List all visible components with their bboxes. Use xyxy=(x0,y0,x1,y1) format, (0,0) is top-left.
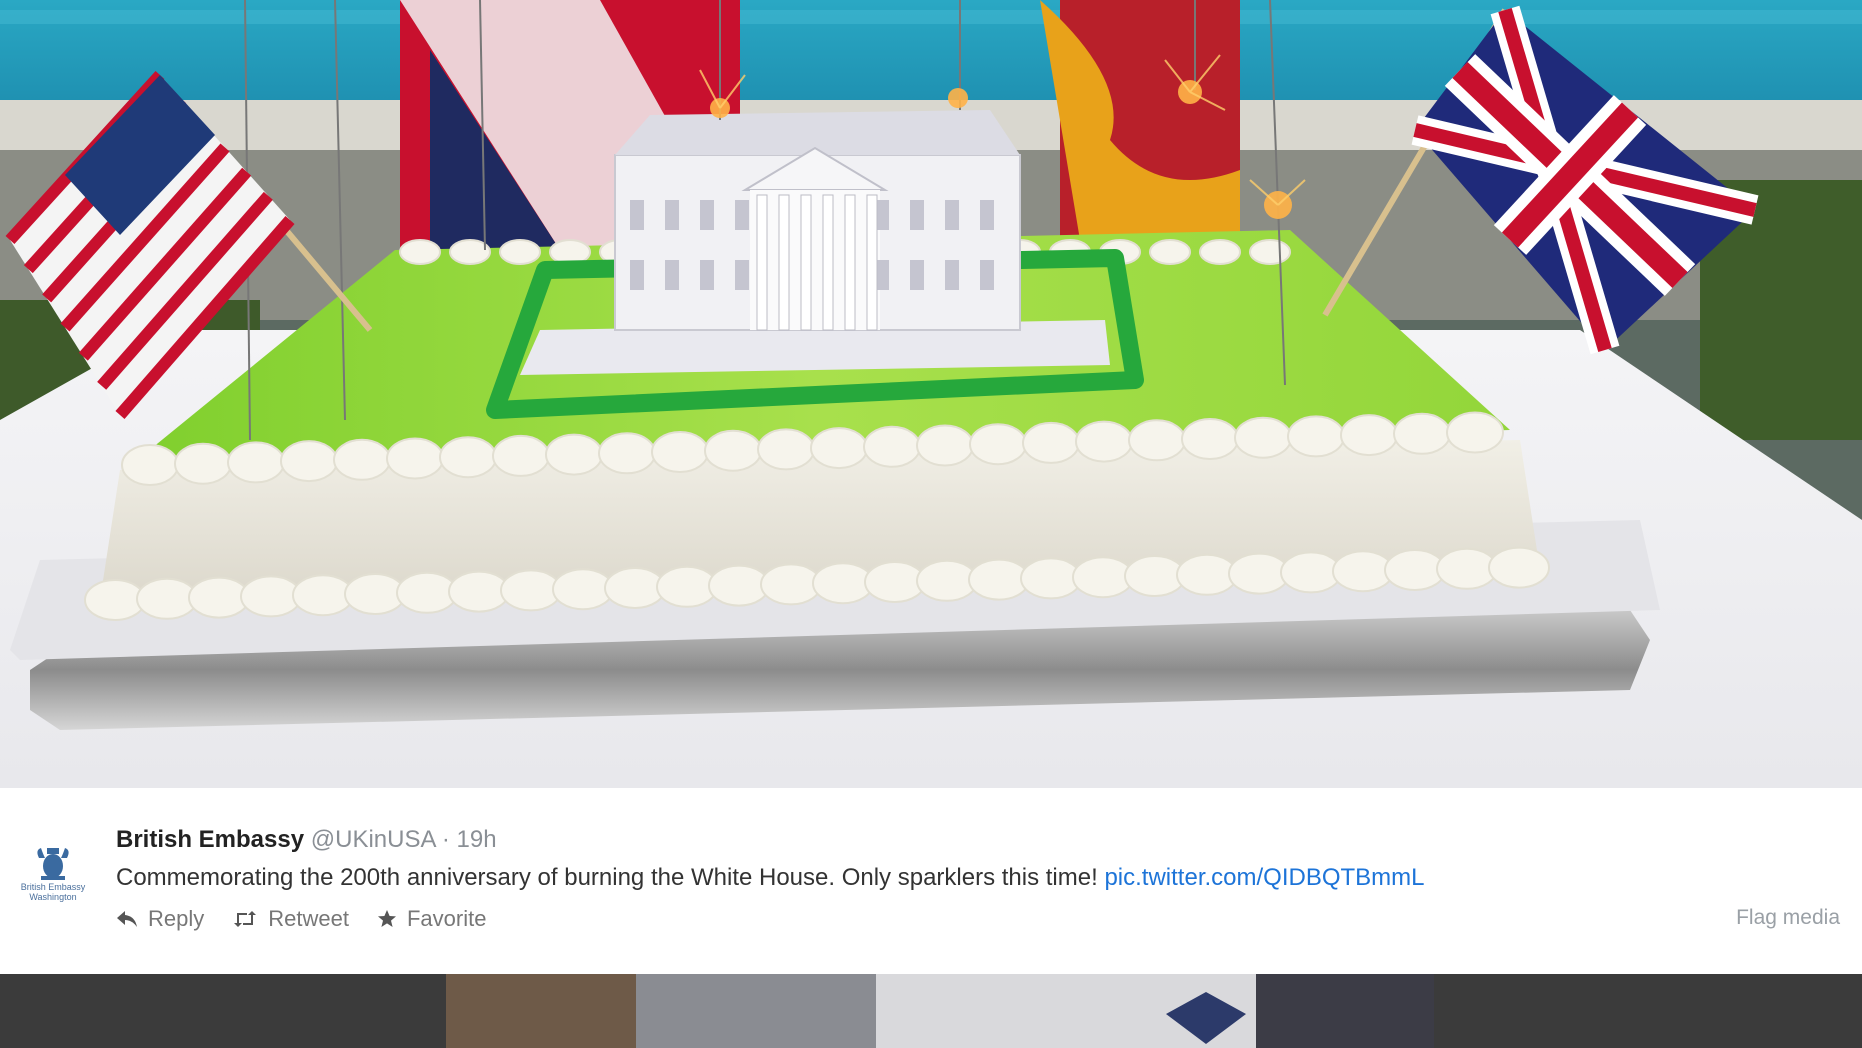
tweet-photo[interactable] xyxy=(0,0,1862,788)
cake-photo xyxy=(0,0,1862,788)
tweet-media-link[interactable]: pic.twitter.com/QIDBQTBmmL xyxy=(1104,864,1424,891)
tweet-timestamp[interactable]: 19h xyxy=(457,826,497,853)
tweet-header: British Embassy @UKinUSA · 19h xyxy=(116,826,497,854)
reply-button[interactable]: Reply xyxy=(116,906,204,932)
tweet-actions: Reply Retweet Favorite xyxy=(116,906,486,932)
favorite-label: Favorite xyxy=(406,906,487,931)
flag-media-link[interactable]: Flag media xyxy=(1736,906,1840,930)
royal-crest-icon xyxy=(37,848,69,880)
account-name[interactable]: British Embassy xyxy=(116,826,304,853)
next-media-image xyxy=(446,974,1434,1048)
next-media-preview[interactable] xyxy=(446,974,1434,1048)
retweet-label: Retweet xyxy=(268,906,349,931)
logo-line2: Washington xyxy=(29,892,77,902)
reply-icon xyxy=(117,911,137,927)
logo-line1: British Embassy xyxy=(20,882,86,892)
retweet-icon xyxy=(234,911,257,927)
star-icon xyxy=(377,910,396,927)
favorite-button[interactable]: Favorite xyxy=(377,906,486,932)
tweet-text-row: Commemorating the 200th anniversary of b… xyxy=(116,864,1425,892)
header-separator: · xyxy=(441,826,450,853)
account-handle[interactable]: @UKinUSA xyxy=(311,826,435,853)
account-avatar[interactable]: British Embassy Washington xyxy=(10,846,96,910)
tweet-text: Commemorating the 200th anniversary of b… xyxy=(116,864,1098,891)
retweet-button[interactable]: Retweet xyxy=(232,906,349,932)
reply-label: Reply xyxy=(148,906,205,931)
